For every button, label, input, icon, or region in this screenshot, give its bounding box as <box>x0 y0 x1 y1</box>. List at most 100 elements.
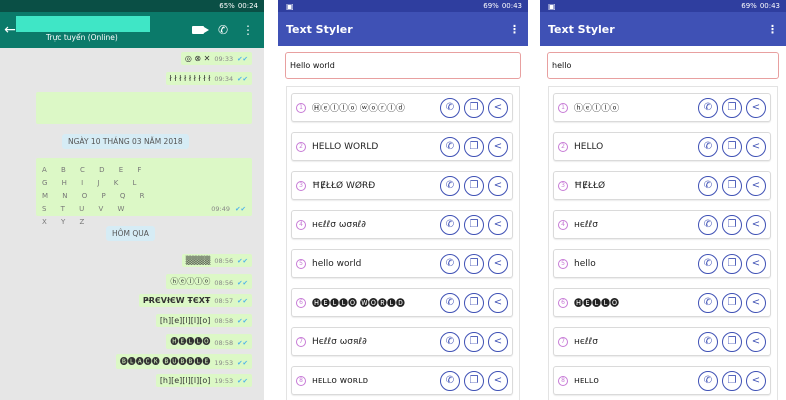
row-number: 6 <box>296 297 306 308</box>
whatsapp-icon[interactable]: ✆ <box>698 97 718 118</box>
video-call-icon[interactable] <box>191 26 209 34</box>
styled-text: ʜᴇʟʟᴏ ᴡᴏʀʟᴅ <box>312 375 369 386</box>
copy-icon[interactable]: ❐ <box>722 136 742 157</box>
whatsapp-icon[interactable]: ✆ <box>698 136 718 157</box>
styled-text-row[interactable]: 3 ĦɆŁŁØ ✆ ❐ < <box>553 171 771 200</box>
share-icon[interactable]: < <box>488 253 508 274</box>
styled-text-row[interactable]: 5 hello ✆ ❐ < <box>553 249 771 278</box>
styled-text-row[interactable]: 7 Ηєℓℓσ ωσяℓ∂ ✆ ❐ < <box>291 327 513 356</box>
copy-icon[interactable]: ❐ <box>722 370 742 391</box>
empty-message-bubble[interactable] <box>36 92 252 124</box>
share-icon[interactable]: < <box>746 136 766 157</box>
read-ticks-icon: ✔✔ <box>237 279 248 287</box>
whatsapp-icon[interactable]: ✆ <box>698 175 718 196</box>
chat-message[interactable]: ◎ ⊗ ✕ 09:33 ✔✔ <box>180 52 252 65</box>
status-bar: ▣ 69% 00:43 <box>540 0 786 12</box>
share-icon[interactable]: < <box>488 370 508 391</box>
styled-text-row[interactable]: 2 HELLO ✆ ❐ < <box>553 132 771 161</box>
styled-text: нєℓℓσ <box>574 219 598 230</box>
whatsapp-icon[interactable]: ✆ <box>698 292 718 313</box>
chat-message[interactable]: ҎɌЄVłЄW ŦЄXŦ 08:57 ✔✔ <box>138 294 252 307</box>
styled-text: ⓗⓔⓛⓛⓞ <box>574 104 620 114</box>
share-icon[interactable]: < <box>746 331 766 352</box>
styled-text-row[interactable]: 4 нєℓℓσ ✆ ❐ < <box>553 210 771 239</box>
copy-icon[interactable]: ❐ <box>464 214 484 235</box>
whatsapp-icon[interactable]: ✆ <box>440 175 460 196</box>
message-text: A B C D E F G H I J K L M N O P Q R S T … <box>42 166 151 226</box>
styled-text-row[interactable]: 3 ĦɆŁŁØ WØɌĐ ✆ ❐ < <box>291 171 513 200</box>
copy-icon[interactable]: ❐ <box>464 253 484 274</box>
row-number: 4 <box>296 219 306 230</box>
whatsapp-icon[interactable]: ✆ <box>698 253 718 274</box>
chat-message[interactable]: [h][e][l][l][o] 08:58 ✔✔ <box>155 314 252 327</box>
styled-text: hello <box>574 258 596 269</box>
whatsapp-icon[interactable]: ✆ <box>440 253 460 274</box>
copy-icon[interactable]: ❐ <box>722 253 742 274</box>
message-time: 09:49 <box>211 205 230 213</box>
styled-text-row[interactable]: 6 🅗🅔🅛🅛🅞 ✆ ❐ < <box>553 288 771 317</box>
styled-text-row[interactable]: 4 нєℓℓσ ωσяℓ∂ ✆ ❐ < <box>291 210 513 239</box>
copy-icon[interactable]: ❐ <box>464 136 484 157</box>
whatsapp-icon[interactable]: ✆ <box>440 292 460 313</box>
chat-message[interactable]: ⓗⓔⓛⓛⓞ 08:56 ✔✔ <box>166 274 252 289</box>
share-icon[interactable]: < <box>488 331 508 352</box>
copy-icon[interactable]: ❐ <box>464 331 484 352</box>
share-icon[interactable]: < <box>746 175 766 196</box>
contact-name-redacted[interactable] <box>16 16 150 32</box>
alphabet-message[interactable]: A B C D E F G H I J K L M N O P Q R S T … <box>36 158 252 226</box>
styled-text-row[interactable]: 8 ʜᴇʟʟᴏ ᴡᴏʀʟᴅ ✆ ❐ < <box>291 366 513 395</box>
chat-message[interactable]: ▒▒▒▒ 08:56 ✔✔ <box>181 254 252 267</box>
date-pill: NGÀY 10 THÁNG 03 NĂM 2018 <box>62 134 189 149</box>
more-options-icon[interactable]: ⋮ <box>767 23 778 36</box>
share-icon[interactable]: < <box>488 214 508 235</box>
copy-icon[interactable]: ❐ <box>722 214 742 235</box>
share-icon[interactable]: < <box>488 97 508 118</box>
whatsapp-icon[interactable]: ✆ <box>698 370 718 391</box>
row-number: 2 <box>296 141 306 152</box>
text-input[interactable]: Hello world <box>285 52 521 79</box>
whatsapp-icon[interactable]: ✆ <box>698 214 718 235</box>
whatsapp-icon[interactable]: ✆ <box>440 370 460 391</box>
share-icon[interactable]: < <box>488 175 508 196</box>
copy-icon[interactable]: ❐ <box>464 97 484 118</box>
read-ticks-icon: ✔✔ <box>237 75 248 83</box>
more-options-icon[interactable]: ⋮ <box>509 23 520 36</box>
chat-message[interactable]: ł ł ł ł ł ł ł ł ł 09:34 ✔✔ <box>165 72 252 85</box>
chat-message[interactable]: 🅑🅛🅐🅒🅚 🅑🅤🅑🅑🅛🅔 19:53 ✔✔ <box>115 354 252 369</box>
more-options-icon[interactable]: ⋮ <box>242 24 254 36</box>
copy-icon[interactable]: ❐ <box>722 97 742 118</box>
chat-message[interactable]: [h][e][l][l][o] 19:53 ✔✔ <box>155 374 252 387</box>
whatsapp-icon[interactable]: ✆ <box>440 97 460 118</box>
phone-icon[interactable]: ✆ <box>218 23 228 37</box>
row-number: 5 <box>558 258 568 269</box>
share-icon[interactable]: < <box>746 370 766 391</box>
styled-text-row[interactable]: 1 Ⓗⓔⓛⓛⓞ ⓦⓞⓡⓛⓓ ✆ ❐ < <box>291 93 513 122</box>
row-number: 8 <box>296 375 306 386</box>
share-icon[interactable]: < <box>746 214 766 235</box>
styled-text: ĦɆŁŁØ WØɌĐ <box>312 180 376 191</box>
styled-text-row[interactable]: 1 ⓗⓔⓛⓛⓞ ✆ ❐ < <box>553 93 771 122</box>
styled-text-row[interactable]: 6 🅗🅔🅛🅛🅞 🅦🅞🅡🅛🅓 ✆ ❐ < <box>291 288 513 317</box>
whatsapp-icon[interactable]: ✆ <box>440 214 460 235</box>
styled-text-row[interactable]: 2 HELLO WORLD ✆ ❐ < <box>291 132 513 161</box>
share-icon[interactable]: < <box>746 253 766 274</box>
styled-text-row[interactable]: 7 нєℓℓσ ✆ ❐ < <box>553 327 771 356</box>
whatsapp-icon[interactable]: ✆ <box>440 136 460 157</box>
copy-icon[interactable]: ❐ <box>722 331 742 352</box>
read-ticks-icon: ✔✔ <box>237 339 248 347</box>
share-icon[interactable]: < <box>488 292 508 313</box>
styled-text-row[interactable]: 5 hello world ✆ ❐ < <box>291 249 513 278</box>
share-icon[interactable]: < <box>488 136 508 157</box>
whatsapp-icon[interactable]: ✆ <box>698 331 718 352</box>
copy-icon[interactable]: ❐ <box>722 175 742 196</box>
text-input[interactable]: hello <box>547 52 779 79</box>
copy-icon[interactable]: ❐ <box>464 292 484 313</box>
styled-text-row[interactable]: 8 ʜᴇʟʟᴏ ✆ ❐ < <box>553 366 771 395</box>
copy-icon[interactable]: ❐ <box>464 175 484 196</box>
copy-icon[interactable]: ❐ <box>464 370 484 391</box>
share-icon[interactable]: < <box>746 97 766 118</box>
chat-message[interactable]: 🅗🅔🅛🅛🅞 08:58 ✔✔ <box>166 334 252 349</box>
whatsapp-icon[interactable]: ✆ <box>440 331 460 352</box>
share-icon[interactable]: < <box>746 292 766 313</box>
copy-icon[interactable]: ❐ <box>722 292 742 313</box>
